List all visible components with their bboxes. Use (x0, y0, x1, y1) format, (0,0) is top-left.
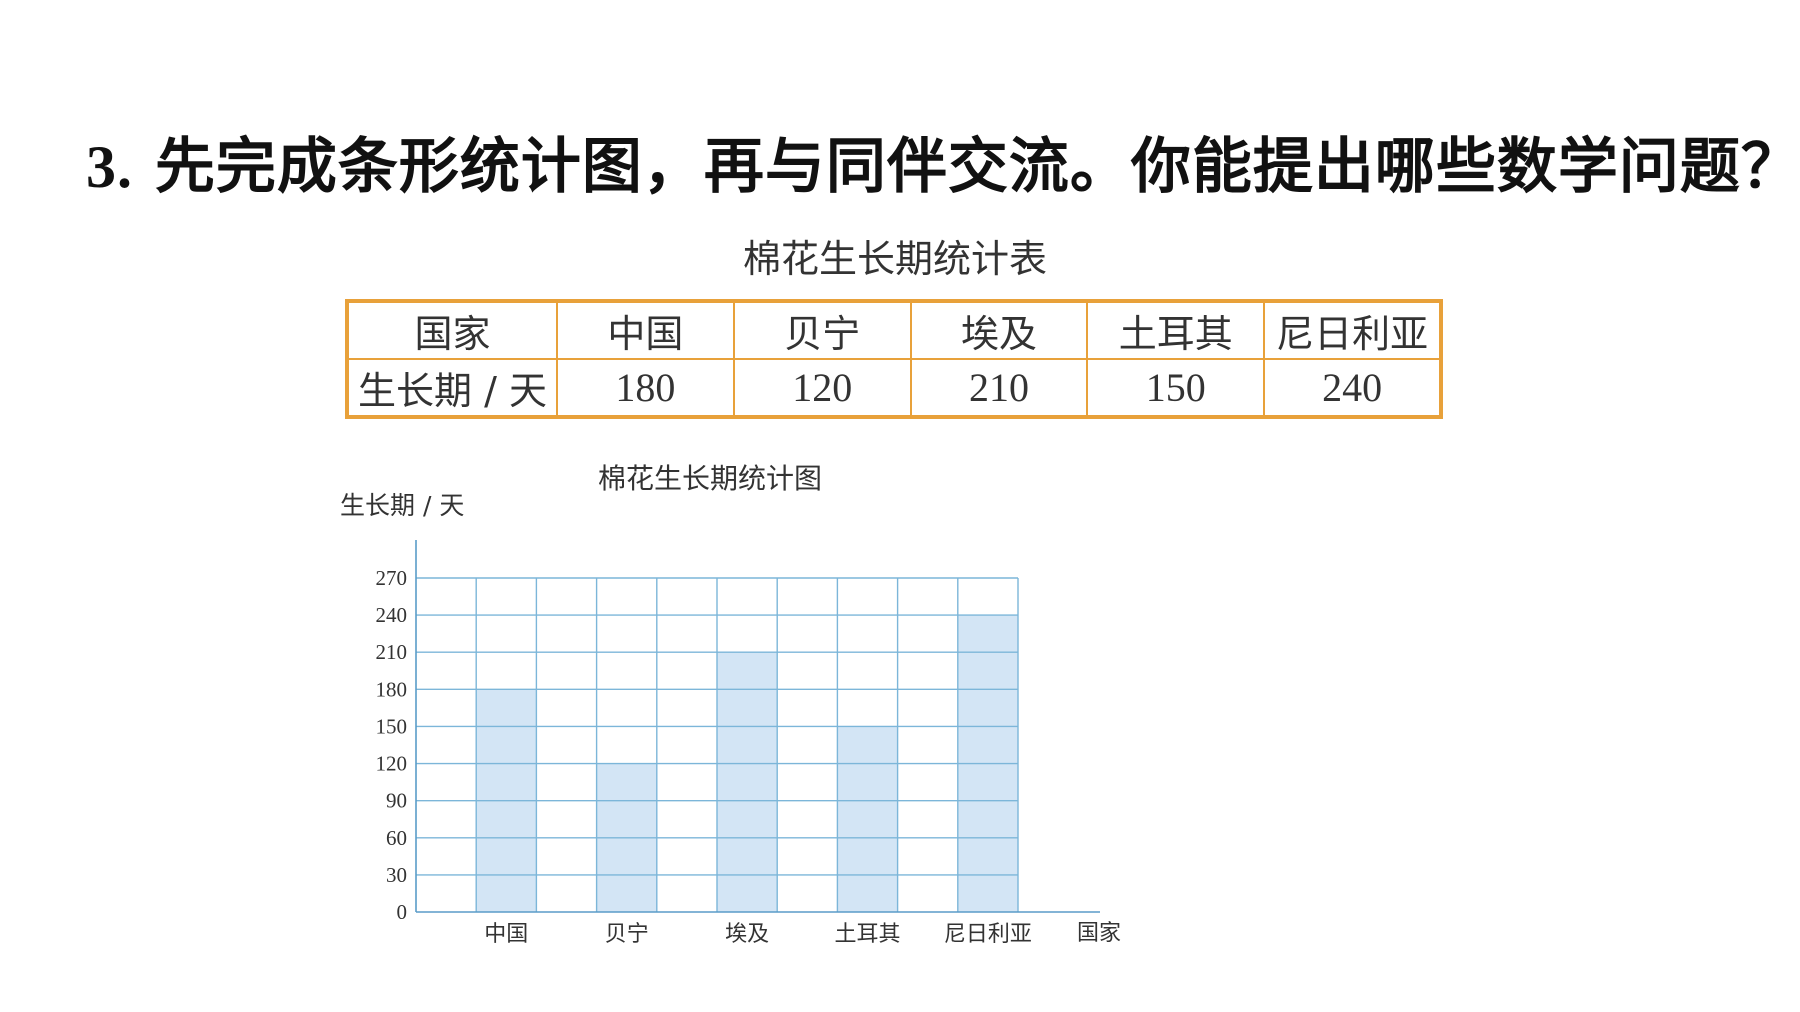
bar-chart: 0 30 60 90 120 150 180 210 240 270 中国 贝宁 埃及 土耳其 尼日利亚 棉花… (340, 462, 1121, 947)
y-tick-label: 270 (376, 566, 408, 590)
y-tick-label: 90 (386, 789, 407, 813)
y-tick-label: 180 (376, 677, 408, 701)
bar (837, 726, 898, 912)
bar (717, 652, 778, 912)
y-tick-label: 150 (376, 714, 408, 738)
y-tick-label: 210 (376, 640, 408, 664)
x-axis-label: 国家 (1077, 921, 1121, 946)
y-tick-label: 240 (376, 603, 408, 627)
x-tick-label: 贝宁 (605, 922, 649, 947)
y-axis-label: 生长期 / 天 (340, 491, 464, 520)
y-tick-label: 0 (397, 900, 408, 924)
x-tick-label: 埃及 (725, 922, 769, 947)
x-tick-label: 尼日利亚 (944, 922, 1032, 947)
x-tick-label: 土耳其 (834, 922, 900, 947)
chart-title: 棉花生长期统计图 (598, 462, 822, 495)
y-tick-label: 30 (386, 863, 407, 887)
x-tick-label: 中国 (484, 922, 528, 947)
y-tick-label: 60 (386, 826, 407, 850)
y-tick-label: 120 (376, 752, 408, 776)
